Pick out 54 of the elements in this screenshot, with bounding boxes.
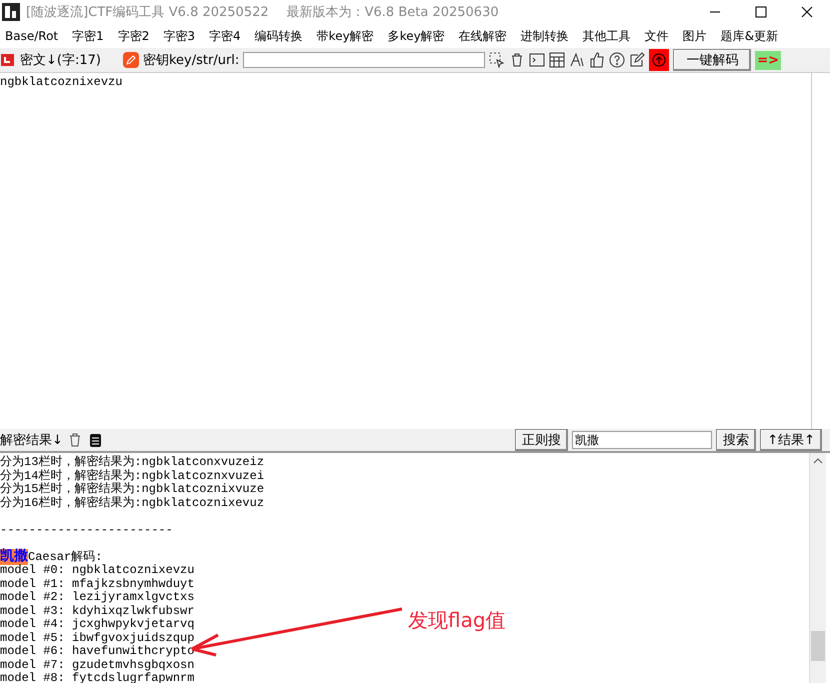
result-heading: 凯撒Caesar解码: <box>0 550 102 564</box>
import-icon[interactable] <box>0 52 16 68</box>
result-line: model #0: ngbklatcoznixevzu <box>0 564 194 578</box>
menu-item[interactable]: Base/Rot <box>3 29 60 43</box>
arrow-label: => <box>755 50 782 70</box>
result-line: model #1: mfajkzsbnymhwduyt <box>0 578 194 591</box>
result-line: 分为15栏时，解密结果为:ngbklatcoznixvuze <box>0 483 264 496</box>
cursor-icon[interactable] <box>489 52 506 68</box>
menu-item[interactable]: 多key解密 <box>386 28 447 44</box>
menu-item[interactable]: 题库&更新 <box>718 28 780 44</box>
menu-item[interactable]: 在线解密 <box>456 28 509 44</box>
result-line: model #6: havefunwithcrypto <box>0 645 194 658</box>
result-line: 分为14栏时，解密结果为:ngbklatcoznxvuzei <box>0 470 264 482</box>
window-title: [随波逐流]CTF编码工具 V6.8 20250522 <box>26 4 269 21</box>
result-line: model #4: jcxghwpykvjetarvq <box>0 618 194 632</box>
terminal-icon[interactable] <box>529 52 546 68</box>
ciphertext-label: 密文↓(字:17) <box>20 52 101 69</box>
scroll-up-icon[interactable] <box>813 457 823 465</box>
help-icon[interactable] <box>609 52 626 68</box>
result-line: model #5: ibwfgvoxjuidszqup <box>0 632 194 645</box>
pencil-icon[interactable] <box>122 52 139 68</box>
thumbs-up-icon[interactable] <box>589 52 606 68</box>
menu-item[interactable]: 字密1 <box>70 28 106 44</box>
font-icon[interactable] <box>569 52 586 68</box>
edit-icon[interactable] <box>629 52 646 68</box>
menu-item[interactable]: 文件 <box>642 28 671 44</box>
menu-item[interactable]: 编码转换 <box>252 28 305 44</box>
menu-item[interactable]: 进制转换 <box>518 28 571 44</box>
annotation-text: 发现flag值 <box>408 607 506 634</box>
decode-button[interactable]: 一键解码 <box>673 49 752 71</box>
menu-item[interactable]: 其他工具 <box>580 28 633 44</box>
result-line: ------------------------ <box>0 524 173 537</box>
result-label: 解密结果↓ <box>0 432 63 449</box>
regex-search-button[interactable]: 正则搜 <box>515 429 568 451</box>
update-notice: 最新版本为：V6.8 Beta 20250630 <box>286 4 499 21</box>
scrollbar[interactable] <box>809 453 826 683</box>
scrollbar-thumb[interactable] <box>811 631 825 661</box>
result-line: 分为16栏时，解密结果为:ngbklatcoznixevuz <box>0 496 264 510</box>
menu-item[interactable]: 带key解密 <box>314 28 376 44</box>
upload-button[interactable] <box>649 49 670 71</box>
result-line: model #7: gzudetmvhsgbqxosn <box>0 658 194 672</box>
result-line: model #3: kdyhixqzlwkfubswr <box>0 604 194 618</box>
search-button[interactable]: 搜索 <box>716 429 756 451</box>
result-line: 分为13栏时，解密结果为:ngbklatconxvuzeiz <box>0 456 264 469</box>
search-field[interactable]: 凯撒 <box>572 431 712 449</box>
menu-item[interactable]: 字密2 <box>116 28 152 44</box>
key-input-field[interactable] <box>243 52 486 68</box>
result-button[interactable]: ↑结果↑ <box>760 429 822 451</box>
menu-item[interactable]: 字密4 <box>207 28 243 44</box>
menu-item[interactable]: 图片 <box>680 28 709 44</box>
result-line: model #2: lezijyramxlgvctxs <box>0 591 194 604</box>
menu-item[interactable]: 字密3 <box>161 28 198 44</box>
calculator-icon[interactable] <box>549 52 566 68</box>
key-label: 密钥key/str/url: <box>142 52 240 69</box>
